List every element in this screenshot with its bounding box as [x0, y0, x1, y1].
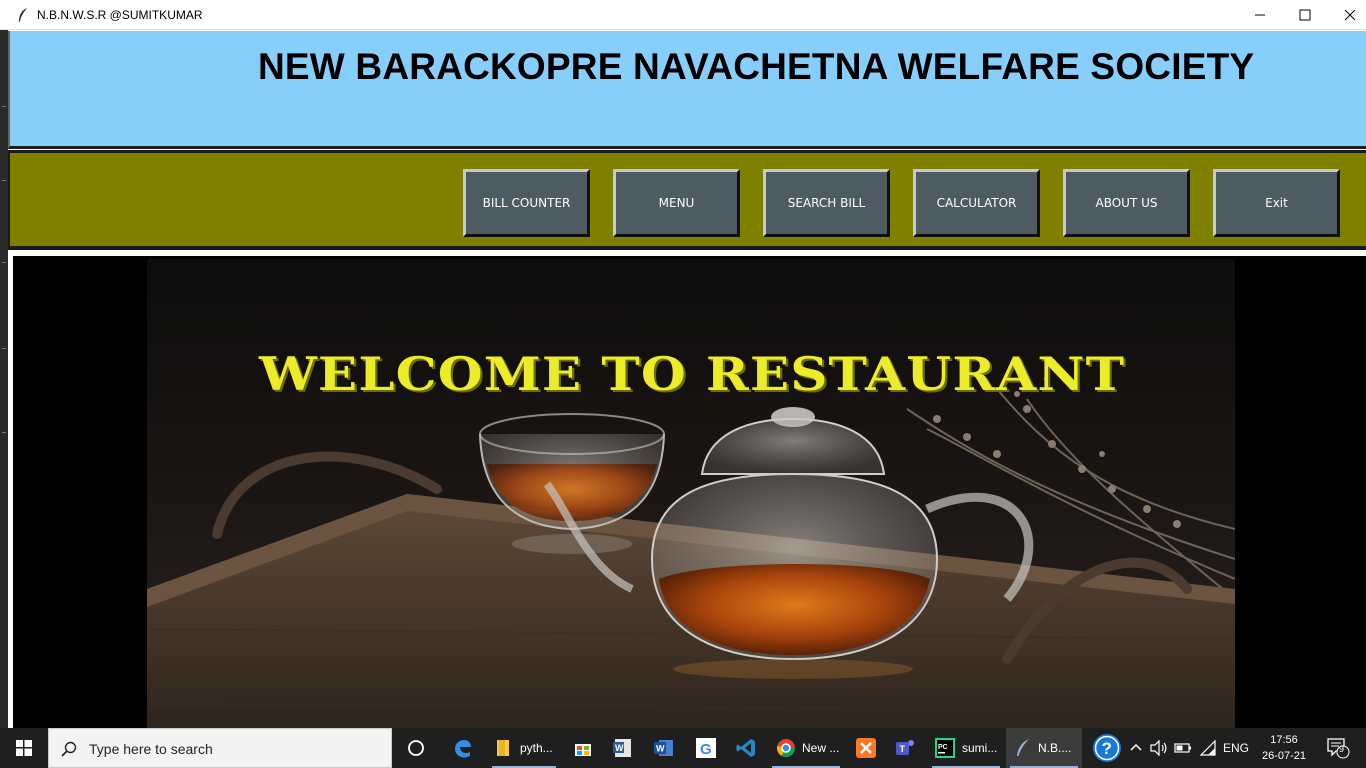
pycharm-icon: PC [935, 738, 955, 758]
taskbar-app-explorer[interactable]: pyth... [488, 728, 560, 768]
wifi-icon [1199, 740, 1216, 756]
search-placeholder: Type here to search [89, 741, 213, 757]
chevron-up-icon [1130, 743, 1142, 751]
word-icon: W [613, 739, 631, 757]
svg-text:T: T [900, 744, 906, 754]
chrome-label: New ... [802, 741, 840, 755]
action-center-button[interactable]: 9 [1318, 728, 1358, 768]
pycharm-label: sumi... [962, 741, 998, 755]
taskbar-app-teams[interactable]: T [886, 728, 926, 768]
menu-button[interactable]: MENU [613, 169, 740, 237]
notification-count: 9 [1339, 744, 1345, 754]
clock-time: 17:56 [1270, 734, 1298, 746]
restaurant-welcome-image: WELCOME TO RESTAURANT [147, 259, 1235, 731]
svg-text:W: W [615, 743, 624, 753]
taskbar-app-vscode[interactable] [726, 728, 766, 768]
bill-counter-button[interactable]: BILL COUNTER [463, 169, 590, 237]
task-view-button[interactable] [396, 728, 436, 768]
file-explorer-icon [497, 740, 509, 756]
taskbar-clock[interactable]: 17:56 26-07-21 [1254, 732, 1314, 764]
taskbar-app-word[interactable]: W [644, 728, 684, 768]
taskbar-app-pycharm[interactable]: PC sumi... [928, 728, 1004, 768]
svg-text:?: ? [1102, 739, 1112, 758]
window-title: N.B.N.W.S.R @SUMITKUMAR [37, 8, 203, 22]
battery-button[interactable] [1172, 728, 1194, 768]
calculator-button[interactable]: CALCULATOR [913, 169, 1040, 237]
window-title-bar: N.B.N.W.S.R @SUMITKUMAR [0, 0, 1366, 30]
svg-text:W: W [656, 744, 665, 754]
chrome-icon [776, 739, 795, 758]
exit-button[interactable]: Exit [1213, 169, 1340, 237]
show-hidden-icons-button[interactable] [1126, 728, 1146, 768]
task-view-icon [408, 740, 424, 756]
battery-icon [1174, 743, 1191, 753]
taskbar-search-box[interactable]: Type here to search [48, 728, 392, 768]
tk-window-label: N.B.... [1038, 741, 1072, 755]
header-banner: NEW BARACKOPRE NAVACHETNA WELFARE SOCIET… [8, 31, 1366, 149]
network-button[interactable] [1196, 728, 1220, 768]
explorer-label: pyth... [520, 741, 553, 755]
xampp-icon [856, 738, 876, 758]
search-bill-button[interactable]: SEARCH BILL [763, 169, 890, 237]
taskbar-app-store[interactable] [564, 728, 602, 768]
search-icon [61, 741, 77, 757]
maximize-icon [1299, 9, 1311, 21]
about-us-button[interactable]: ABOUT US [1063, 169, 1190, 237]
minimize-icon [1255, 14, 1265, 16]
svg-text:PC: PC [938, 744, 948, 751]
language-label: ENG [1222, 741, 1249, 755]
taskbar-app-xampp[interactable] [846, 728, 886, 768]
start-button[interactable] [0, 728, 48, 768]
google-icon: G [696, 738, 716, 758]
teams-icon: T [896, 740, 914, 755]
svg-text:G: G [700, 741, 712, 758]
maximize-button[interactable] [1282, 0, 1328, 30]
language-indicator[interactable]: ENG [1220, 728, 1252, 768]
teapot-scene-illustration [147, 259, 1235, 731]
close-icon [1344, 9, 1356, 21]
clock-date: 26-07-21 [1261, 750, 1307, 762]
taskbar-app-tk-window[interactable]: N.B.... [1006, 728, 1082, 768]
taskbar-app-word-doc[interactable]: W [604, 728, 642, 768]
navigation-toolbar: BILL COUNTER MENU SEARCH BILL CALCULATOR… [8, 150, 1366, 250]
vscode-icon [736, 739, 755, 757]
edge-icon [455, 740, 471, 758]
word-icon: W [654, 740, 673, 756]
tk-feather-icon [1017, 739, 1029, 756]
volume-button[interactable] [1148, 728, 1170, 768]
store-icon [575, 744, 591, 756]
close-button[interactable] [1327, 0, 1366, 30]
speaker-icon [1150, 740, 1167, 756]
society-title: NEW BARACKOPRE NAVACHETNA WELFARE SOCIET… [258, 46, 1255, 87]
taskbar-app-google[interactable]: G [686, 728, 726, 768]
main-image-panel: WELCOME TO RESTAURANT [10, 253, 1366, 731]
windows-logo-icon [16, 740, 32, 756]
help-button[interactable]: ? [1088, 728, 1126, 768]
help-icon: ? [1093, 734, 1121, 762]
minimize-button[interactable] [1237, 0, 1283, 30]
welcome-banner-text: WELCOME TO RESTAURANT [258, 347, 1126, 401]
notification-icon [1327, 738, 1350, 759]
background-window-edge [0, 30, 8, 728]
windows-taskbar: Type here to search pyth... W W G New ..… [0, 728, 1366, 768]
taskbar-app-edge[interactable] [442, 728, 482, 768]
taskbar-app-chrome[interactable]: New ... [768, 728, 844, 768]
feather-icon [18, 8, 27, 23]
